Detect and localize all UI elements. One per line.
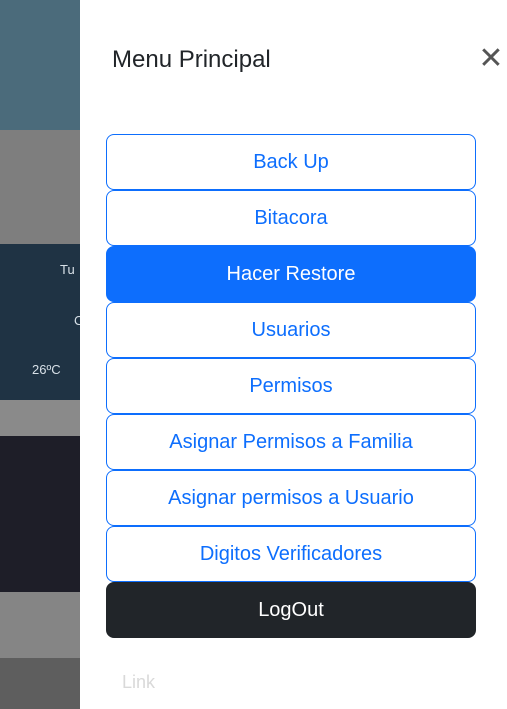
- background-footer-image: [0, 658, 80, 709]
- bitacora-button[interactable]: Bitacora: [106, 190, 476, 246]
- weather-temperature-text: 26ºC: [32, 362, 61, 377]
- logout-button[interactable]: LogOut: [106, 582, 476, 638]
- check-digits-button[interactable]: Digitos Verificadores: [106, 526, 476, 582]
- offcanvas-menu-panel: Menu Principal ✕ Back Up Bitacora Hacer …: [80, 0, 507, 709]
- restore-button[interactable]: Hacer Restore: [106, 246, 476, 302]
- nav-link[interactable]: Link: [122, 672, 155, 693]
- backup-button[interactable]: Back Up: [106, 134, 476, 190]
- weather-day-text: Tu: [60, 262, 75, 277]
- background-page: Tu C 26ºC: [0, 0, 80, 709]
- offcanvas-title: Menu Principal: [112, 46, 271, 73]
- assign-user-permissions-button[interactable]: Asignar permisos a Usuario: [106, 470, 476, 526]
- background-dark-panel: [0, 436, 80, 592]
- close-icon[interactable]: ✕: [476, 44, 506, 74]
- background-header-image: [0, 0, 80, 130]
- background-section: [0, 592, 80, 658]
- menu-list: Back Up Bitacora Hacer Restore Usuarios …: [106, 134, 476, 638]
- usuarios-button[interactable]: Usuarios: [106, 302, 476, 358]
- assign-family-permissions-button[interactable]: Asignar Permisos a Familia: [106, 414, 476, 470]
- permisos-button[interactable]: Permisos: [106, 358, 476, 414]
- background-section: [0, 400, 80, 436]
- background-section: [0, 130, 80, 244]
